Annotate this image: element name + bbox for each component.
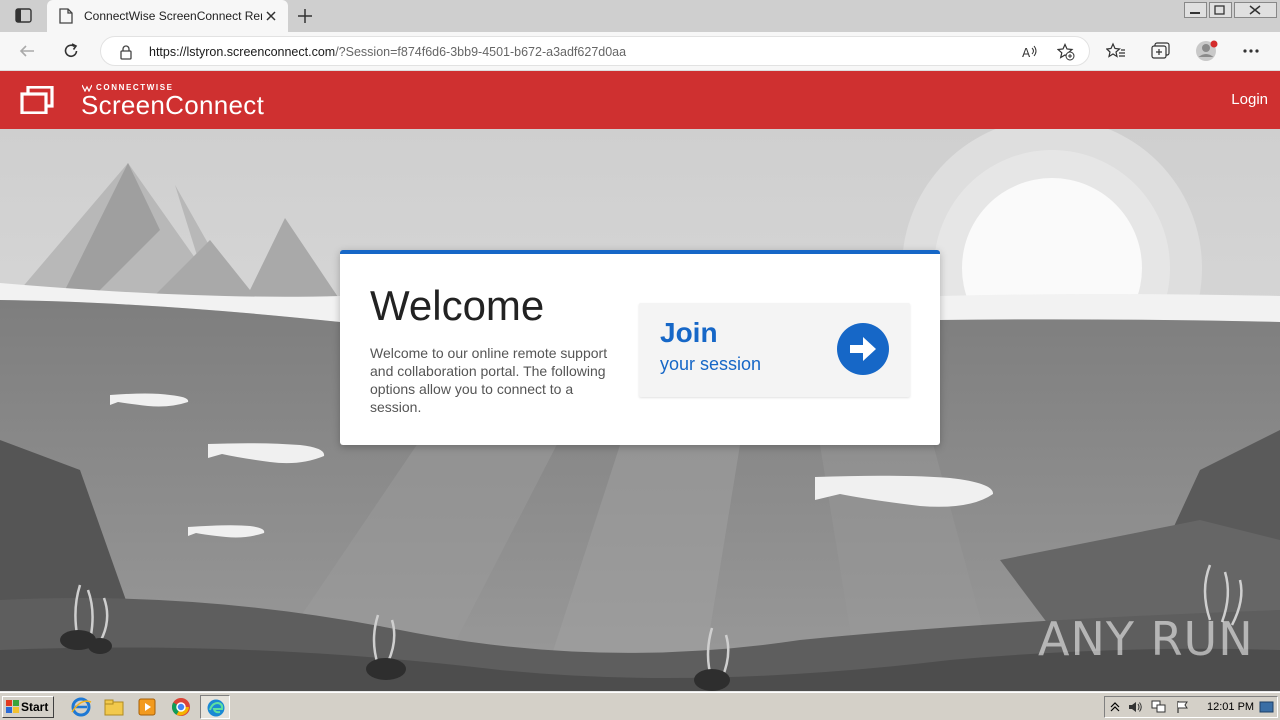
tab-actions-icon[interactable] bbox=[15, 8, 33, 24]
tab-title: ConnectWise ScreenConnect Rem bbox=[84, 9, 262, 23]
internet-explorer-icon[interactable] bbox=[70, 696, 92, 718]
read-aloud-icon[interactable]: A bbox=[1021, 44, 1039, 60]
file-explorer-icon[interactable] bbox=[103, 696, 125, 718]
welcome-title: Welcome bbox=[370, 282, 545, 329]
add-favorite-icon[interactable] bbox=[1057, 43, 1075, 61]
welcome-description: Welcome to our online remote support and… bbox=[370, 345, 608, 415]
system-tray: 12:01 PM bbox=[1104, 696, 1278, 718]
welcome-card: Welcome Welcome to our online remote sup… bbox=[340, 250, 940, 445]
browser-toolbar: https://lstyron.screenconnect.com/?Sessi… bbox=[0, 32, 1280, 71]
volume-icon[interactable] bbox=[1127, 700, 1143, 714]
media-player-icon[interactable] bbox=[136, 696, 158, 718]
edge-icon bbox=[207, 699, 225, 717]
action-center-flag-icon[interactable] bbox=[1175, 700, 1191, 714]
clock[interactable]: 12:01 PM bbox=[1207, 701, 1254, 713]
show-desktop-icon[interactable] bbox=[1259, 700, 1275, 714]
new-tab-icon[interactable] bbox=[297, 8, 313, 24]
app-header: CONNECTWISE ScreenConnect Login bbox=[0, 71, 1280, 129]
collections-icon[interactable] bbox=[1151, 42, 1171, 60]
window-controls bbox=[1184, 2, 1277, 18]
url-path: /?Session=f874f6d6-3bb9-4501-b672-a3adf6… bbox=[335, 45, 627, 59]
close-tab-icon[interactable] bbox=[266, 11, 276, 21]
windows-logo-icon bbox=[6, 700, 19, 713]
brand-name: ScreenConnect bbox=[81, 90, 265, 120]
arrow-right-icon bbox=[837, 323, 889, 375]
taskbar: Start 12:01 PM bbox=[0, 692, 1280, 720]
login-link[interactable]: Login bbox=[1231, 91, 1268, 108]
join-title: Join bbox=[660, 317, 718, 348]
page-icon bbox=[59, 8, 73, 24]
anyrun-watermark: ANY RUN bbox=[1038, 612, 1254, 666]
screenconnect-logo-icon[interactable] bbox=[20, 86, 54, 114]
network-icon[interactable] bbox=[1151, 700, 1167, 714]
join-session-button[interactable]: Join your session bbox=[639, 303, 910, 397]
favorites-icon[interactable] bbox=[1106, 42, 1126, 60]
svg-text:A: A bbox=[1022, 46, 1031, 60]
url-host: https://lstyron.screenconnect.com bbox=[149, 45, 336, 59]
browser-tab-bar: ConnectWise ScreenConnect Rem bbox=[0, 0, 1280, 32]
start-label: Start bbox=[21, 700, 49, 714]
refresh-icon[interactable] bbox=[62, 42, 80, 60]
lock-icon[interactable] bbox=[119, 44, 133, 60]
more-menu-icon[interactable] bbox=[1243, 48, 1261, 54]
start-button[interactable]: Start bbox=[2, 696, 54, 718]
chrome-icon[interactable] bbox=[170, 696, 192, 718]
join-subtitle: your session bbox=[660, 354, 762, 374]
profile-avatar-icon[interactable] bbox=[1195, 40, 1219, 62]
url-text[interactable]: https://lstyron.screenconnect.com/?Sessi… bbox=[149, 45, 626, 59]
edge-taskbar-button[interactable] bbox=[200, 695, 230, 719]
tray-expand-icon[interactable] bbox=[1110, 701, 1120, 713]
back-icon[interactable] bbox=[18, 43, 36, 59]
browser-tab[interactable]: ConnectWise ScreenConnect Rem bbox=[47, 0, 288, 32]
address-bar[interactable]: https://lstyron.screenconnect.com/?Sessi… bbox=[100, 36, 1090, 66]
